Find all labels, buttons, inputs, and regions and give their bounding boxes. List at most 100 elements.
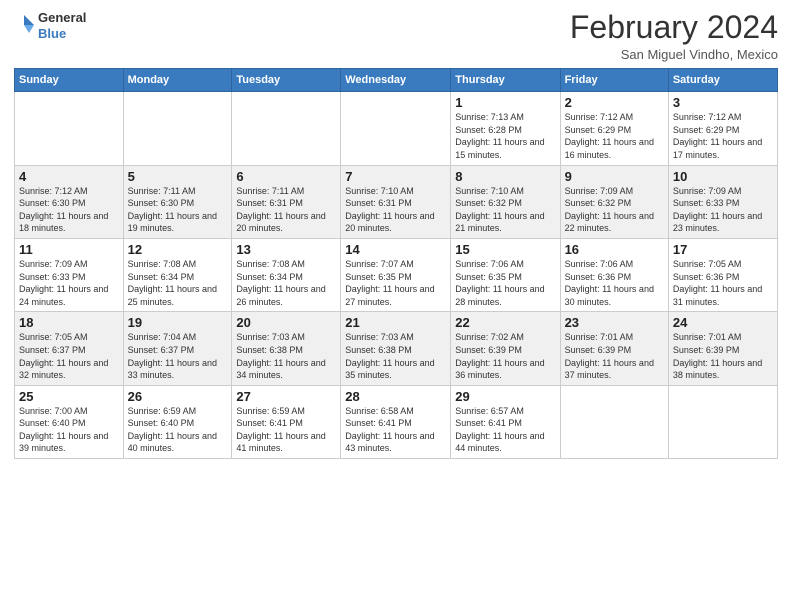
day-info-line: Sunset: 6:34 PM bbox=[236, 272, 303, 282]
day-info-line: Sunset: 6:31 PM bbox=[236, 198, 303, 208]
calendar-cell bbox=[341, 92, 451, 165]
logo: General Blue bbox=[14, 10, 86, 41]
calendar-week-row: 1Sunrise: 7:13 AMSunset: 6:28 PMDaylight… bbox=[15, 92, 778, 165]
day-info-line: Daylight: 11 hours and 36 minutes. bbox=[455, 358, 544, 381]
day-info-line: Daylight: 11 hours and 25 minutes. bbox=[128, 284, 217, 307]
day-info-line: Daylight: 11 hours and 26 minutes. bbox=[236, 284, 325, 307]
day-info-line: Sunset: 6:39 PM bbox=[673, 345, 740, 355]
page: General Blue February 2024 San Miguel Vi… bbox=[0, 0, 792, 612]
day-number: 17 bbox=[673, 242, 773, 257]
calendar-week-row: 25Sunrise: 7:00 AMSunset: 6:40 PMDayligh… bbox=[15, 385, 778, 458]
day-info-line: Daylight: 11 hours and 15 minutes. bbox=[455, 137, 544, 160]
day-info-line: Sunset: 6:32 PM bbox=[455, 198, 522, 208]
day-info: Sunrise: 7:02 AMSunset: 6:39 PMDaylight:… bbox=[455, 331, 555, 381]
day-info: Sunrise: 6:59 AMSunset: 6:40 PMDaylight:… bbox=[128, 405, 228, 455]
day-info-line: Sunset: 6:34 PM bbox=[128, 272, 195, 282]
day-info: Sunrise: 7:12 AMSunset: 6:30 PMDaylight:… bbox=[19, 185, 119, 235]
day-number: 18 bbox=[19, 315, 119, 330]
day-info-line: Daylight: 11 hours and 35 minutes. bbox=[345, 358, 434, 381]
day-info-line: Sunset: 6:35 PM bbox=[455, 272, 522, 282]
calendar-cell: 26Sunrise: 6:59 AMSunset: 6:40 PMDayligh… bbox=[123, 385, 232, 458]
day-info-line: Sunrise: 7:12 AM bbox=[565, 112, 634, 122]
day-info: Sunrise: 7:05 AMSunset: 6:37 PMDaylight:… bbox=[19, 331, 119, 381]
day-info-line: Sunset: 6:39 PM bbox=[565, 345, 632, 355]
day-info-line: Sunrise: 7:11 AM bbox=[128, 186, 196, 196]
logo-general: General bbox=[38, 10, 86, 26]
calendar-cell: 17Sunrise: 7:05 AMSunset: 6:36 PMDayligh… bbox=[668, 238, 777, 311]
header-thursday: Thursday bbox=[451, 69, 560, 92]
day-info-line: Sunrise: 7:06 AM bbox=[455, 259, 524, 269]
day-info: Sunrise: 7:11 AM Sunset: 6:30 PM Daylight:… bbox=[128, 185, 228, 235]
day-info-line: Sunrise: 7:04 AM bbox=[128, 332, 197, 342]
day-info-line: Daylight: 11 hours and 20 minutes. bbox=[236, 211, 325, 234]
day-number: 4 bbox=[19, 169, 119, 184]
day-number: 12 bbox=[128, 242, 228, 257]
day-info: Sunrise: 7:01 AMSunset: 6:39 PMDaylight:… bbox=[673, 331, 773, 381]
day-info: Sunrise: 7:08 AMSunset: 6:34 PMDaylight:… bbox=[236, 258, 336, 308]
calendar-cell: 3Sunrise: 7:12 AMSunset: 6:29 PMDaylight… bbox=[668, 92, 777, 165]
day-info: Sunrise: 7:13 AMSunset: 6:28 PMDaylight:… bbox=[455, 111, 555, 161]
day-number: 5 bbox=[128, 169, 228, 184]
day-info-line: Sunrise: 7:03 AM bbox=[236, 332, 305, 342]
calendar-cell: 1Sunrise: 7:13 AMSunset: 6:28 PMDaylight… bbox=[451, 92, 560, 165]
day-info-line: Sunset: 6:30 PM bbox=[128, 198, 195, 208]
day-info-line: Sunrise: 6:59 AM bbox=[236, 406, 305, 416]
day-info-line: Sunset: 6:28 PM bbox=[455, 125, 522, 135]
logo-bird-icon bbox=[14, 11, 36, 41]
day-info-line: Daylight: 11 hours and 37 minutes. bbox=[565, 358, 654, 381]
calendar-cell: 16Sunrise: 7:06 AMSunset: 6:36 PMDayligh… bbox=[560, 238, 668, 311]
day-info-line: Sunset: 6:29 PM bbox=[565, 125, 632, 135]
header: General Blue February 2024 San Miguel Vi… bbox=[14, 10, 778, 62]
day-info-line: Sunset: 6:41 PM bbox=[236, 418, 303, 428]
day-number: 22 bbox=[455, 315, 555, 330]
day-info-line: Daylight: 11 hours and 32 minutes. bbox=[19, 358, 108, 381]
day-info-line: Sunset: 6:29 PM bbox=[673, 125, 740, 135]
subtitle: San Miguel Vindho, Mexico bbox=[570, 47, 778, 62]
day-info-line: Daylight: 11 hours and 16 minutes. bbox=[565, 137, 654, 160]
header-tuesday: Tuesday bbox=[232, 69, 341, 92]
day-info-line: Sunset: 6:30 PM bbox=[19, 198, 86, 208]
day-info: Sunrise: 7:04 AMSunset: 6:37 PMDaylight:… bbox=[128, 331, 228, 381]
day-info-line: Sunset: 6:36 PM bbox=[565, 272, 632, 282]
day-info-line: Sunrise: 7:07 AM bbox=[345, 259, 414, 269]
calendar-cell: 2Sunrise: 7:12 AMSunset: 6:29 PMDaylight… bbox=[560, 92, 668, 165]
day-info: Sunrise: 7:07 AMSunset: 6:35 PMDaylight:… bbox=[345, 258, 446, 308]
calendar-cell: 18Sunrise: 7:05 AMSunset: 6:37 PMDayligh… bbox=[15, 312, 124, 385]
day-number: 11 bbox=[19, 242, 119, 257]
day-number: 8 bbox=[455, 169, 555, 184]
day-info-line: Sunrise: 6:57 AM bbox=[455, 406, 524, 416]
day-info-line: Sunset: 6:41 PM bbox=[455, 418, 522, 428]
day-number: 1 bbox=[455, 95, 555, 110]
calendar-cell: 12Sunrise: 7:08 AMSunset: 6:34 PMDayligh… bbox=[123, 238, 232, 311]
calendar-cell bbox=[668, 385, 777, 458]
day-info-line: Sunrise: 7:01 AM bbox=[673, 332, 742, 342]
day-info: Sunrise: 7:11 AMSunset: 6:31 PMDaylight:… bbox=[236, 185, 336, 235]
day-info-line: Daylight: 11 hours and 19 minutes. bbox=[128, 211, 217, 234]
calendar-cell: 27Sunrise: 6:59 AMSunset: 6:41 PMDayligh… bbox=[232, 385, 341, 458]
day-info-line: Sunrise: 7:02 AM bbox=[455, 332, 524, 342]
logo-blue: Blue bbox=[38, 26, 86, 42]
day-number: 14 bbox=[345, 242, 446, 257]
day-info-line: Sunrise: 7:05 AM bbox=[19, 332, 88, 342]
day-info-line: Daylight: 11 hours and 41 minutes. bbox=[236, 431, 325, 454]
day-info: Sunrise: 7:12 AMSunset: 6:29 PMDaylight:… bbox=[673, 111, 773, 161]
day-info: Sunrise: 7:09 AMSunset: 6:32 PMDaylight:… bbox=[565, 185, 664, 235]
day-info: Sunrise: 6:57 AMSunset: 6:41 PMDaylight:… bbox=[455, 405, 555, 455]
calendar-cell: 28Sunrise: 6:58 AMSunset: 6:41 PMDayligh… bbox=[341, 385, 451, 458]
day-info: Sunrise: 7:08 AMSunset: 6:34 PMDaylight:… bbox=[128, 258, 228, 308]
header-monday: Monday bbox=[123, 69, 232, 92]
calendar-cell: 6Sunrise: 7:11 AMSunset: 6:31 PMDaylight… bbox=[232, 165, 341, 238]
calendar-cell: 20Sunrise: 7:03 AMSunset: 6:38 PMDayligh… bbox=[232, 312, 341, 385]
day-info-line: Daylight: 11 hours and 28 minutes. bbox=[455, 284, 544, 307]
day-info-line: Sunset: 6:40 PM bbox=[19, 418, 86, 428]
calendar-cell: 19Sunrise: 7:04 AMSunset: 6:37 PMDayligh… bbox=[123, 312, 232, 385]
day-info: Sunrise: 7:01 AMSunset: 6:39 PMDaylight:… bbox=[565, 331, 664, 381]
calendar-cell: 23Sunrise: 7:01 AMSunset: 6:39 PMDayligh… bbox=[560, 312, 668, 385]
day-info-line: Daylight: 11 hours and 22 minutes. bbox=[565, 211, 654, 234]
day-info-line: Sunset: 6:37 PM bbox=[128, 345, 195, 355]
day-number: 6 bbox=[236, 169, 336, 184]
day-info-line: Sunrise: 7:10 AM bbox=[345, 186, 414, 196]
day-number: 26 bbox=[128, 389, 228, 404]
day-info-line: Sunrise: 6:58 AM bbox=[345, 406, 414, 416]
header-sunday: Sunday bbox=[15, 69, 124, 92]
